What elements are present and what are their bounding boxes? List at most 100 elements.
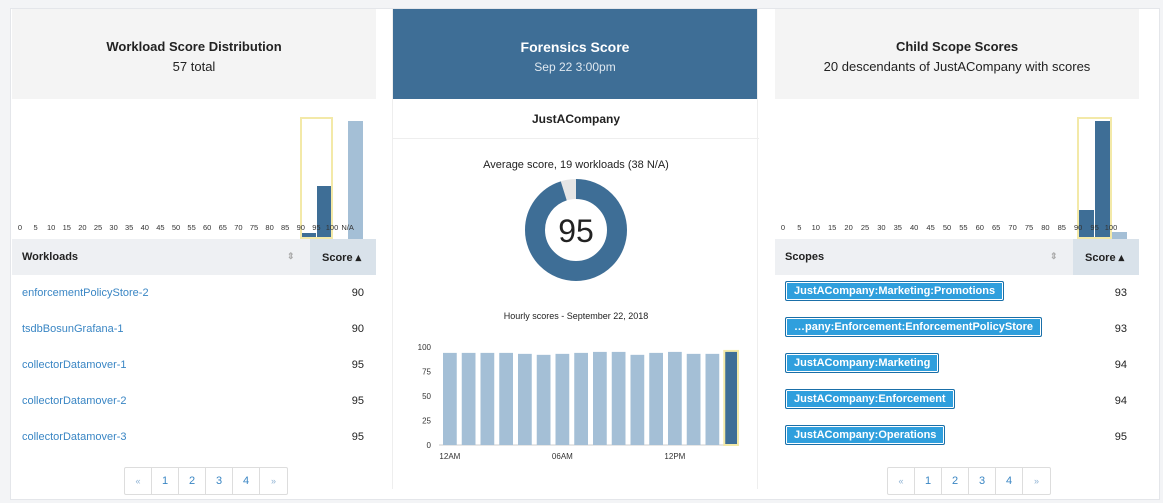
workloads-pagination: «1 2 3 4» (124, 467, 288, 495)
x-tick-label: 30 (877, 223, 886, 232)
selection-highlight[interactable] (1077, 117, 1112, 239)
next-page-button[interactable]: » (260, 468, 287, 494)
workloads-table-header: Workloads ⇕ Score ▴ (12, 239, 376, 275)
sort-icon[interactable]: ⇕ (287, 251, 295, 262)
table-row[interactable]: JustACompany:Enforcement 94 (775, 383, 1139, 419)
hourly-bar[interactable] (649, 352, 663, 445)
hourly-bar[interactable] (686, 353, 701, 445)
workloads-column-header[interactable]: Workloads (22, 251, 78, 263)
workload-link[interactable]: enforcementPolicyStore-2 (22, 287, 149, 299)
selection-highlight[interactable] (299, 117, 333, 239)
hourly-bar[interactable] (461, 352, 476, 445)
page-button[interactable]: 2 (942, 468, 969, 494)
histogram-x-axis: 0 5 10 15 20 25 30 35 40 45 50 55 60 65 70 75 80 85 90 95 10… (12, 223, 376, 237)
score-value: 90 (351, 323, 364, 335)
x-tick-label: 10 (47, 223, 56, 232)
x-tick-label: 55 (187, 223, 196, 232)
x-tick-label: 80 (1041, 223, 1050, 232)
hourly-bar[interactable] (630, 354, 645, 445)
histogram-x-axis: 0 5 10 15 20 25 30 35 40 45 50 55 60 65 70 75 80 85 90 95 10… (775, 223, 1139, 237)
workload-link[interactable]: collectorDatamover-1 (22, 359, 127, 371)
hourly-bar[interactable] (518, 353, 532, 445)
hourly-bar[interactable] (705, 353, 720, 445)
hourly-bar[interactable] (668, 351, 682, 445)
scope-tag[interactable]: …pany:Enforcement:EnforcementPolicyStore (785, 317, 1042, 337)
prev-page-button[interactable]: « (888, 468, 915, 494)
x-tick-label: 20 (78, 223, 87, 232)
table-row[interactable]: enforcementPolicyStore-2 90 (12, 275, 376, 311)
scope-tag[interactable]: JustACompany:Operations (785, 425, 946, 445)
x-tick-label: 5 (33, 223, 38, 232)
hourly-bar[interactable] (480, 352, 495, 445)
hourly-bar[interactable] (499, 352, 513, 445)
sort-icon[interactable]: ⇕ (1050, 251, 1058, 262)
scope-tag[interactable]: JustACompany:Marketing (785, 353, 940, 373)
table-row[interactable]: collectorDatamover-3 95 (12, 419, 376, 455)
hourly-bar[interactable] (555, 353, 570, 445)
page-button[interactable]: 1 (915, 468, 942, 494)
x-tick-label: 80 (265, 223, 274, 232)
y-tick-label: 0 (427, 441, 432, 450)
workload-link[interactable]: collectorDatamover-3 (22, 431, 127, 443)
x-tick-label: 50 (171, 223, 181, 232)
hourly-bar[interactable] (593, 351, 607, 445)
y-tick-label: 75 (422, 368, 431, 377)
score-value: 93 (1114, 287, 1127, 299)
forensics-score-panel: Forensics Score Sep 22 3:00pm JustACompa… (392, 9, 759, 489)
histogram-bar[interactable] (348, 121, 363, 239)
donut-score-value: 95 (558, 213, 594, 249)
hourly-scores-title: Hourly scores - September 22, 2018 (503, 311, 649, 321)
score-column-header[interactable]: Score ▴ (310, 239, 376, 275)
table-row[interactable]: JustACompany:Marketing:Promotions 93 (775, 275, 1139, 311)
x-tick-label: 60 (975, 223, 984, 232)
score-column-header[interactable]: Score ▴ (1073, 239, 1139, 275)
x-tick-label: 95 (1090, 223, 1099, 232)
x-tick-label: 12AM (439, 452, 460, 461)
hourly-bar[interactable] (723, 349, 739, 447)
scope-tag[interactable]: JustACompany:Enforcement (785, 389, 955, 409)
x-tick-label: 50 (942, 223, 952, 232)
workload-link[interactable]: collectorDatamover-2 (22, 395, 127, 407)
table-row[interactable]: tsdbBosunGrafana-1 90 (12, 311, 376, 347)
page-button[interactable]: 3 (206, 468, 233, 494)
forensics-score-title: Forensics Score (520, 39, 630, 55)
page-button[interactable]: 2 (179, 468, 206, 494)
hourly-bar[interactable] (611, 351, 626, 445)
table-row[interactable]: collectorDatamover-2 95 (12, 383, 376, 419)
table-row[interactable]: JustACompany:Operations 95 (775, 419, 1139, 455)
hourly-bar[interactable] (443, 352, 457, 445)
workload-score-histogram[interactable] (12, 99, 376, 239)
child-scope-histogram[interactable] (775, 99, 1139, 239)
hourly-bar[interactable] (536, 354, 551, 445)
workload-score-header: Workload Score Distribution 57 total (12, 9, 376, 99)
page-button[interactable]: 3 (969, 468, 996, 494)
page-button[interactable]: 4 (996, 468, 1023, 494)
workload-score-panel: Workload Score Distribution 57 total 051… (12, 9, 376, 495)
x-tick-label: 45 (156, 223, 165, 232)
page-button[interactable]: 4 (233, 468, 260, 494)
x-tick-label: 0 (17, 223, 23, 232)
hourly-bar[interactable] (574, 352, 588, 445)
score-value: 95 (351, 395, 364, 407)
prev-page-button[interactable]: « (125, 468, 152, 494)
table-row[interactable]: collectorDatamover-1 95 (12, 347, 376, 383)
scopes-pagination: «1 2 3 4» (887, 467, 1051, 495)
next-page-button[interactable]: » (1023, 468, 1050, 494)
x-tick-label: 75 (249, 223, 259, 232)
workload-link[interactable]: tsdbBosunGrafana-1 (22, 323, 124, 335)
scopes-column-header[interactable]: Scopes (785, 251, 824, 263)
table-row[interactable]: …pany:Enforcement:EnforcementPolicyStore… (775, 311, 1139, 347)
x-tick-label: 45 (926, 223, 935, 232)
scope-tag[interactable]: JustACompany:Marketing:Promotions (785, 281, 1005, 301)
table-row[interactable]: JustACompany:Marketing 94 (775, 347, 1139, 383)
page-button[interactable]: 1 (152, 468, 179, 494)
x-tick-label: 5 (797, 223, 802, 232)
y-tick-label: 100 (418, 343, 432, 352)
score-value: 94 (1114, 359, 1127, 371)
score-value: 94 (1114, 395, 1127, 407)
x-tick-label: 25 (860, 223, 870, 232)
x-tick-label: 35 (893, 223, 902, 232)
score-value: 93 (1114, 323, 1127, 335)
x-tick-label: 30 (109, 223, 118, 232)
x-tick-label: 0 (780, 223, 786, 232)
